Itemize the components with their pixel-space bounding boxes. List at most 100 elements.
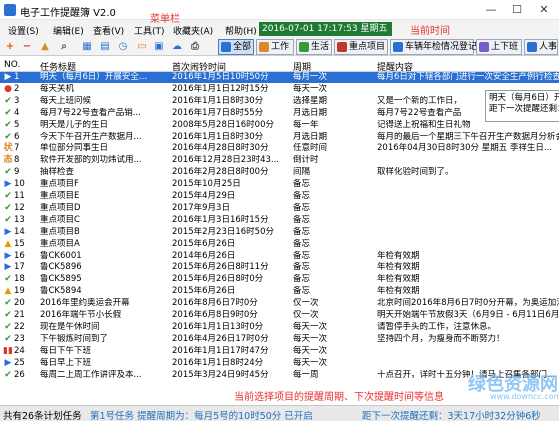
search-icon[interactable]: ⌕ [57,39,71,54]
tab-work-icon [259,42,269,52]
add-icon[interactable]: + [3,39,17,54]
row-number: 12 [14,202,25,213]
tooltip-line-1: 明天（每月6日）开展安全 [489,93,559,103]
move-up-icon[interactable]: ▲ [38,39,52,54]
cell-content: 请暂停手头的工作，注意休息。 [377,321,497,332]
cell-time: 2016年1月5日10时50分 [172,72,269,82]
row-number: 9 [14,167,20,178]
cell-content: 取样化验时间到了。 [377,167,454,178]
save-icon[interactable]: ▣ [152,39,166,54]
cell-time: 2016年1月1日8时30分 [172,95,264,106]
row-number: 5 [14,119,20,130]
table-row[interactable]: ✔ 21 2016年端午节小长假 2016年6月8日9时0分 仅一次 明天开始端午节放假3… [0,310,559,321]
cell-title: 鲁CK6001 [40,250,82,261]
close-button[interactable]: ✕ [531,0,557,20]
tab-commute[interactable]: 上下班 [476,39,522,55]
status-icon: ▶ [4,226,12,237]
table-icon[interactable]: ▦ [80,39,94,54]
maximize-button[interactable]: ☐ [504,0,530,20]
table-row[interactable]: ✔ 3 每天上班问候 2016年1月1日8时30分 选择星期 又是一个新的工作日， [0,96,559,107]
tab-life[interactable]: 生活 [296,39,332,55]
tab-all[interactable]: 全部 [218,39,254,55]
table-row[interactable]: ✔ 20 2016年里约奥运会开幕 2016年8月6日7时0分 仅一次 北京时间2016年… [0,298,559,309]
menu-settings[interactable]: 设置(S) [8,24,39,37]
menu-view[interactable]: 查看(V) [93,24,124,37]
cell-time: 2016年1月3日16时15分 [172,214,269,225]
row-number: 15 [14,238,25,249]
status-icon: 态 [3,155,13,166]
table-row[interactable]: ✔ 18 鲁CK5895 2015年6月26日8时0分 备忘 年检有效期 [0,274,559,285]
cell-period: 任意时间 [293,143,328,154]
app-icon [4,4,16,16]
table-row[interactable]: ✔ 6 今天下午召开生产数据月... 2016年1月1日8时30分 月选日期 每月的最后一… [0,132,559,143]
row-number: 7 [14,143,20,154]
table-row[interactable]: ✔ 5 明天是儿子的生日 2008年5月28日16时00分 每一年 记得送上祝福和生日礼物 [0,120,559,131]
row-number: 8 [14,155,20,166]
table-row[interactable]: ✔ 9 抽样检查 2016年2月28日8时00分 间隔 取样化验时间到了。 [0,167,559,178]
cell-title: 鲁CK5894 [40,286,82,297]
cell-title: 鲁CK5896 [40,262,82,273]
cell-time: 2015年4月29日 [172,191,236,201]
table-row[interactable]: ✔ 11 重点项目E 2015年4月29日 备忘 [0,191,559,202]
table-row[interactable]: ✔ 12 重点项目D 2017年9月3日 备忘 [0,203,559,214]
table-row[interactable]: ▶ 10 重点项目F 2015年10月25日 备忘 [0,179,559,190]
table-row[interactable]: ▶ 16 鲁CK6001 2014年6月26日 备忘 年检有效期 [0,251,559,262]
tab-vehicle-inspection[interactable]: 车辆年检情况登记 [390,39,477,55]
menu-favorites[interactable]: 收藏夹(A) [173,24,213,37]
cell-time: 2016年4月28日8时30分 [172,143,269,154]
calendar-icon[interactable]: ▤ [98,39,112,54]
tab-all-icon [221,42,231,52]
window-title: 电子工作提醒簿 V2.0 [20,8,116,19]
cell-content: 年检有效期 [377,250,420,261]
cell-title: 明天（每月6日）开展安全... [40,72,148,82]
minimize-button[interactable]: — [478,0,504,20]
table-row[interactable]: ✔ 22 现在是午休时间 2016年1月1日13时0分 每天一次 请暂停手头的工作，注意休… [0,322,559,333]
cell-period: 备忘 [293,262,311,273]
cell-time: 2016年1月1日13时0分 [172,321,264,332]
print-icon[interactable]: ⎙ [188,39,202,54]
column-header-no[interactable]: NO. [4,60,20,70]
tab-key-projects[interactable]: 重点项目 [334,39,388,55]
status-icon: ✔ [4,369,12,380]
cell-content: 明天开始端午节放假3天（6月9日 - 6月11日6月12日上班 [377,310,559,320]
cell-time: 2016年8月6日7时0分 [172,298,258,309]
cell-time: 2016年2月28日8时00分 [172,167,269,178]
cell-title: 现在是午休时间 [40,321,100,332]
menu-help[interactable]: 帮助(H) [225,24,257,37]
cell-period: 备忘 [293,250,311,261]
tab-life-icon [299,42,309,52]
table-row[interactable]: ✔ 23 下午锻炼时间到了 2016年4月26日17时0分 每天一次 坚持四个月，为瘦身而… [0,334,559,345]
status-icon: ✔ [4,321,12,332]
table-row[interactable]: ▶ 17 鲁CK5896 2015年6月26日8时11分 备忘 年检有效期 [0,262,559,273]
cell-title: 2016年端午节小长假 [40,310,122,320]
table-row[interactable]: ▶ 1 明天（每月6日）开展安全... 2016年1月5日10时50分 每月一次 每月6日… [0,72,559,84]
cell-title: 重点项目B [40,226,80,237]
table-row[interactable]: ▲ 19 鲁CK5894 2015年6月26日 备忘 年检有效期 [0,286,559,297]
tab-hr[interactable]: 人事 [524,39,558,55]
tab-life-label: 生活 [311,42,330,52]
table-row[interactable]: ▲ 15 重点项目A 2015年6月26日 备忘 [0,239,559,250]
cell-time: 2016年1月1日8时24分 [172,357,264,368]
open-icon[interactable]: ▭ [135,39,149,54]
table-row[interactable]: ▮▮ 24 每日下午下班 2016年1月1日17时47分 每天一次 [0,346,559,357]
menu-tools[interactable]: 工具(T) [134,24,165,37]
row-number: 11 [14,191,25,201]
status-icon: ▶ [4,72,12,82]
cell-title: 每日下午下班 [40,345,92,356]
table-row[interactable]: ✔ 13 重点项目C 2016年1月3日16时15分 备忘 [0,215,559,226]
table-row[interactable]: ▶ 14 重点项目B 2015年2月23日16时50分 备忘 [0,227,559,238]
cell-time: 2015年6月26日8时11分 [172,262,269,273]
table-row[interactable]: ● 2 每天关机 2016年1月1日12时15分 每天一次 [0,84,559,95]
table-row[interactable]: 状 7 单位部分同事生日 2016年4月28日8时30分 任意时间 2016年04月30日… [0,143,559,154]
tab-work[interactable]: 工作 [256,39,294,55]
cell-title: 2016年里约奥运会开幕 [40,298,130,309]
cell-time: 2016年4月26日17时0分 [172,333,269,344]
menu-edit[interactable]: 编辑(E) [53,24,84,37]
clock-icon[interactable]: ◷ [116,39,130,54]
table-row[interactable]: 态 8 软件开发部的刘功炜试用... 2016年12月28日23时43... 倒计时 [0,155,559,166]
cloud-icon[interactable]: ☁ [170,39,184,54]
delete-icon[interactable]: − [20,39,34,54]
table-row[interactable]: ▶ 25 每日早上下班 2016年1月1日8时24分 每天一次 [0,358,559,369]
table-row[interactable]: ✔ 4 每月7号22号查看产品销... 2016年1月7日8时55分 月选日期 每月7号2… [0,108,559,119]
row-number: 20 [14,298,25,309]
